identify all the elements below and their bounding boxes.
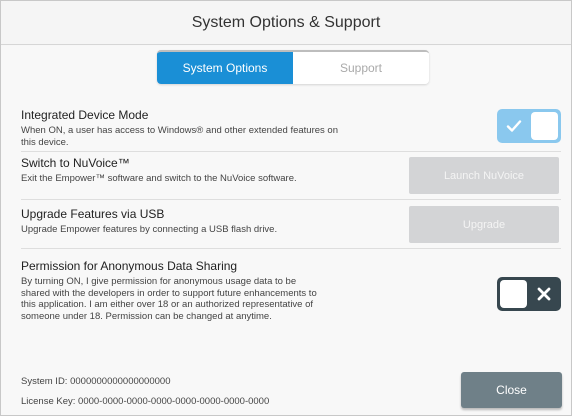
tab-bar: System Options Support bbox=[157, 50, 429, 84]
data-sharing-row: Permission for Anonymous Data Sharing By… bbox=[21, 259, 561, 322]
check-icon bbox=[499, 109, 529, 143]
dialog-title: System Options & Support bbox=[191, 13, 381, 31]
upgrade-button[interactable]: Upgrade bbox=[409, 206, 559, 243]
tab-support[interactable]: Support bbox=[293, 52, 429, 84]
integrated-mode-title: Integrated Device Mode bbox=[21, 108, 149, 122]
toggle-knob bbox=[500, 280, 527, 308]
close-button[interactable]: Close bbox=[461, 372, 562, 408]
divider bbox=[21, 248, 561, 249]
dialog-body: System Options Support Integrated Device… bbox=[1, 46, 571, 415]
launch-nuvoice-button[interactable]: Launch NuVoice bbox=[409, 157, 559, 194]
license-key: License Key: 0000-0000-0000-0000-0000-00… bbox=[21, 396, 270, 407]
integrated-mode-description: When ON, a user has access to Windows® a… bbox=[21, 125, 338, 148]
integrated-mode-toggle[interactable] bbox=[497, 109, 561, 143]
dialog-titlebar: System Options & Support bbox=[1, 1, 571, 45]
divider bbox=[21, 199, 561, 200]
data-sharing-title: Permission for Anonymous Data Sharing bbox=[21, 259, 238, 273]
tab-system-options[interactable]: System Options bbox=[157, 52, 293, 84]
divider bbox=[21, 151, 561, 152]
system-id: System ID: 0000000000000000000 bbox=[21, 376, 171, 387]
x-icon bbox=[529, 277, 559, 311]
data-sharing-toggle[interactable] bbox=[497, 277, 561, 311]
system-options-dialog: System Options & Support System Options … bbox=[0, 0, 572, 416]
toggle-knob bbox=[531, 112, 558, 140]
integrated-mode-row: Integrated Device Mode When ON, a user h… bbox=[21, 108, 561, 148]
data-sharing-description: By turning ON, I give permission for ano… bbox=[21, 276, 317, 322]
